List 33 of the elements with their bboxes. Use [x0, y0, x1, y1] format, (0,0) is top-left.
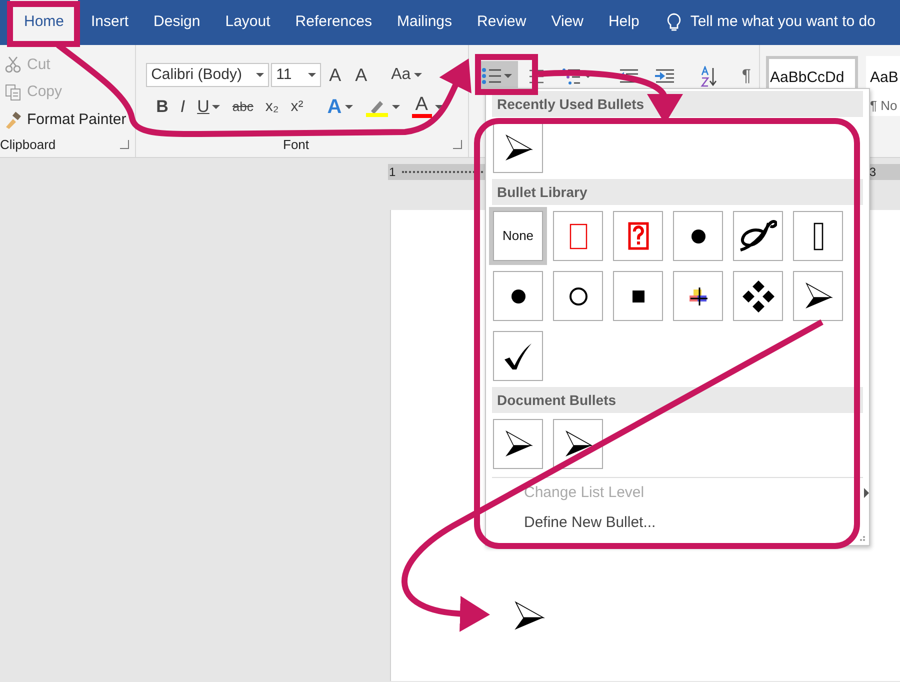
font-color-button[interactable]: A [406, 93, 449, 121]
format-button[interactable]: x² [284, 93, 310, 121]
font-name-field[interactable]: Calibri (Body) [146, 63, 270, 87]
format-button[interactable]: U [191, 93, 226, 121]
shrink-font-button[interactable]: A [349, 61, 374, 89]
menu-item[interactable]: Define New Bullet... [492, 508, 863, 538]
ribbon-tab[interactable]: View [539, 0, 596, 45]
section-header: Bullet Library [492, 179, 863, 205]
ruler-number: 3 [869, 164, 876, 181]
format-button[interactable]: abc [226, 93, 260, 121]
ruler-number: 1 [389, 164, 396, 181]
show-formatting-button[interactable]: ¶ [736, 62, 758, 90]
font-size-field[interactable]: 11 [271, 63, 322, 87]
format-button[interactable]: I [174, 93, 192, 121]
section-header: Recently Used Bullets [492, 91, 863, 117]
section-header: Document Bullets [492, 387, 863, 413]
clipboard-button[interactable]: Format Painter [0, 106, 136, 134]
style-gallery-item[interactable]: AaB ¶ No [866, 56, 900, 116]
change-case-button[interactable]: Aa [385, 61, 428, 89]
ribbon-tab[interactable]: Design [142, 0, 212, 45]
grow-font-button[interactable]: A [323, 61, 348, 89]
format-button[interactable]: x₂ [259, 93, 285, 121]
ribbon-tab[interactable]: Review [465, 0, 538, 45]
ribbon-tab[interactable]: References [283, 0, 384, 45]
text-effects-button[interactable]: A [321, 93, 359, 121]
ribbon-tab[interactable]: Mailings [385, 0, 464, 45]
ribbon-tab[interactable]: Insert [79, 0, 141, 45]
group-label: Font [282, 136, 310, 154]
format-button[interactable]: B [150, 93, 174, 121]
ribbon-tab[interactable]: Help [596, 0, 652, 45]
tell-me-search[interactable]: Tell me what you want to do [690, 11, 876, 34]
ribbon-tab[interactable]: Layout [213, 0, 282, 45]
group-label: Clipboard [0, 136, 57, 154]
